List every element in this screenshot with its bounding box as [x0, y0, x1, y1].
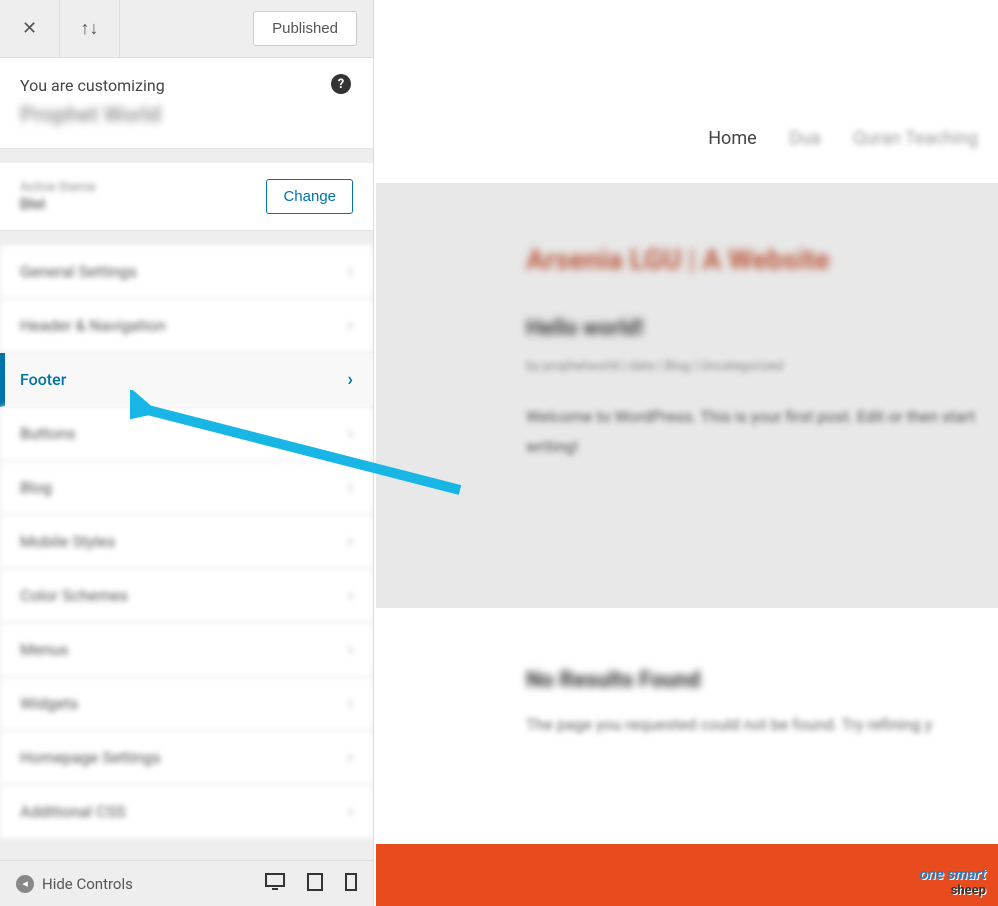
hero-meta: by prophetworld | date | Blog | Uncatego… — [526, 359, 998, 374]
menu-item-homepage-settings[interactable]: Homepage Settings › — [0, 731, 373, 785]
site-name: Prophet World — [20, 103, 353, 128]
site-preview: Home Dua Quran Teaching Arsenia LGU | A … — [376, 0, 998, 906]
menu-item-menus[interactable]: Menus › — [0, 623, 373, 677]
nav-link-home[interactable]: Home — [708, 128, 756, 149]
close-button[interactable]: ✕ — [0, 0, 60, 58]
menu-item-blog[interactable]: Blog › — [0, 461, 373, 515]
mobile-icon[interactable] — [345, 873, 357, 895]
menu-item-color-schemes[interactable]: Color Schemes › — [0, 569, 373, 623]
theme-info: Active theme Divi — [20, 180, 266, 213]
menu-label: Footer — [20, 370, 66, 389]
active-theme-block: Active theme Divi Change — [0, 163, 373, 231]
close-icon: ✕ — [22, 18, 37, 39]
chevron-right-icon: › — [348, 639, 353, 660]
menu-item-widgets[interactable]: Widgets › — [0, 677, 373, 731]
no-results-block: No Results Found The page you requested … — [376, 608, 998, 774]
preview-nav: Home Dua Quran Teaching — [376, 0, 998, 149]
chevron-right-icon: › — [348, 693, 353, 714]
preview-footer — [376, 844, 998, 906]
menu-label: Buttons — [20, 424, 75, 443]
theme-name: Divi — [20, 195, 266, 213]
no-results-title: No Results Found — [526, 668, 998, 693]
menu-item-general-settings[interactable]: General Settings › — [0, 245, 373, 299]
menu-item-buttons[interactable]: Buttons › — [0, 407, 373, 461]
menu-label: Menus — [20, 640, 68, 659]
chevron-right-icon: › — [348, 261, 353, 282]
updown-arrows-icon: ↑↓ — [81, 18, 99, 39]
preview-hero: Arsenia LGU | A Website Hello world! by … — [376, 183, 998, 608]
chevron-right-icon: › — [348, 585, 353, 606]
chevron-right-icon: › — [348, 369, 353, 390]
chevron-right-icon: › — [348, 801, 353, 822]
change-theme-button[interactable]: Change — [266, 179, 353, 214]
nav-link-quran[interactable]: Quran Teaching — [853, 128, 978, 149]
chevron-right-icon: › — [348, 423, 353, 444]
help-icon[interactable]: ? — [331, 74, 351, 94]
watermark-line1: one smart — [920, 865, 986, 883]
menu-label: Widgets — [20, 694, 78, 713]
customizer-menu: General Settings › Header & Navigation › F… — [0, 231, 373, 860]
hero-text: Welcome to WordPress. This is your first… — [526, 402, 998, 463]
menu-item-additional-css[interactable]: Additional CSS › — [0, 785, 373, 839]
menu-label: Homepage Settings — [20, 748, 161, 767]
customizing-label: You are customizing — [20, 76, 353, 95]
hero-subtitle: Hello world! — [526, 316, 998, 341]
sidebar-bottom-bar: ◂ Hide Controls — [0, 860, 373, 906]
nav-link-dua[interactable]: Dua — [789, 128, 821, 149]
menu-item-mobile-styles[interactable]: Mobile Styles › — [0, 515, 373, 569]
watermark-line2: sheep — [920, 883, 986, 898]
menu-label: General Settings — [20, 262, 137, 281]
customizing-header: You are customizing Prophet World ? — [0, 58, 373, 149]
menu-item-footer[interactable]: Footer › — [0, 353, 373, 407]
menu-item-header-navigation[interactable]: Header & Navigation › — [0, 299, 373, 353]
publish-status-button[interactable]: Published — [253, 11, 357, 46]
menu-label: Color Schemes — [20, 586, 128, 605]
hide-controls-button[interactable]: ◂ Hide Controls — [16, 875, 133, 893]
no-results-text: The page you requested could not be foun… — [526, 715, 998, 734]
hero-title: Arsenia LGU | A Website — [526, 243, 998, 276]
chevron-left-icon: ◂ — [16, 875, 34, 893]
chevron-right-icon: › — [348, 531, 353, 552]
chevron-right-icon: › — [348, 315, 353, 336]
menu-label: Mobile Styles — [20, 532, 115, 551]
device-preview-toggles — [265, 873, 357, 895]
menu-gap — [0, 231, 373, 245]
customizer-sidebar: ✕ ↑↓ Published You are customizing Proph… — [0, 0, 374, 906]
active-theme-label: Active theme — [20, 180, 266, 195]
reorder-button[interactable]: ↑↓ — [60, 0, 120, 58]
chevron-right-icon: › — [348, 747, 353, 768]
desktop-icon[interactable] — [265, 873, 285, 895]
sidebar-top-bar: ✕ ↑↓ Published — [0, 0, 373, 58]
chevron-right-icon: › — [348, 477, 353, 498]
watermark: one smart sheep — [920, 865, 986, 898]
spacer — [0, 149, 373, 163]
hide-controls-label: Hide Controls — [42, 875, 133, 893]
menu-label: Blog — [20, 478, 52, 497]
tablet-icon[interactable] — [307, 873, 323, 895]
menu-label: Header & Navigation — [20, 316, 166, 335]
menu-label: Additional CSS — [20, 802, 125, 821]
